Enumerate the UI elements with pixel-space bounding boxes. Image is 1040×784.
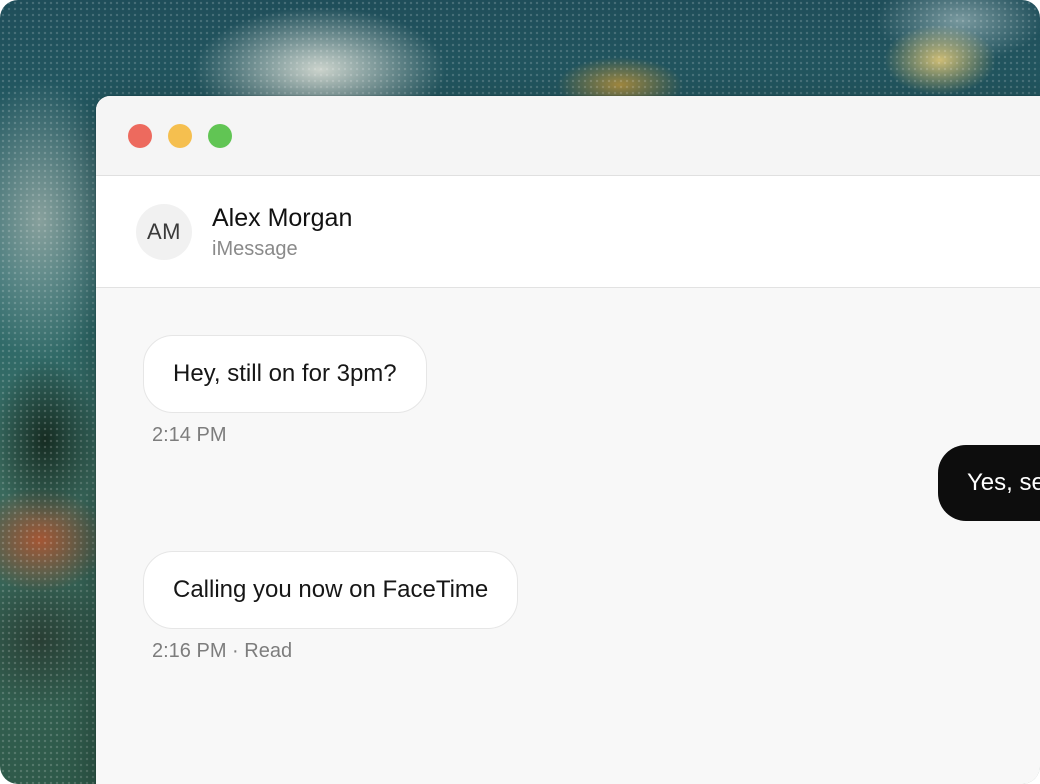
minimize-window-button[interactable] [168, 124, 192, 148]
avatar[interactable]: AM [136, 204, 192, 260]
message-read-receipt: 2:16 PM · Read [152, 640, 293, 662]
message-bubble-outgoing[interactable]: Yes, se [938, 445, 1040, 521]
service-label: iMessage [212, 238, 298, 260]
messages-window: AM Alex Morgan iMessage Hey, still on fo… [96, 96, 1040, 784]
title-bar [96, 96, 1040, 176]
message-timestamp: 2:14 PM [152, 424, 227, 446]
contact-name[interactable]: Alex Morgan [212, 204, 352, 233]
desktop-wallpaper: AM Alex Morgan iMessage Hey, still on fo… [0, 0, 1040, 784]
message-bubble-incoming[interactable]: Hey, still on for 3pm? [143, 335, 427, 413]
zoom-window-button[interactable] [208, 124, 232, 148]
message-bubble-incoming[interactable]: Calling you now on FaceTime [143, 551, 519, 629]
conversation-header: AM Alex Morgan iMessage [96, 176, 1040, 288]
close-window-button[interactable] [128, 124, 152, 148]
message-list[interactable]: Hey, still on for 3pm? 2:14 PM Yes, se C… [96, 288, 1040, 784]
